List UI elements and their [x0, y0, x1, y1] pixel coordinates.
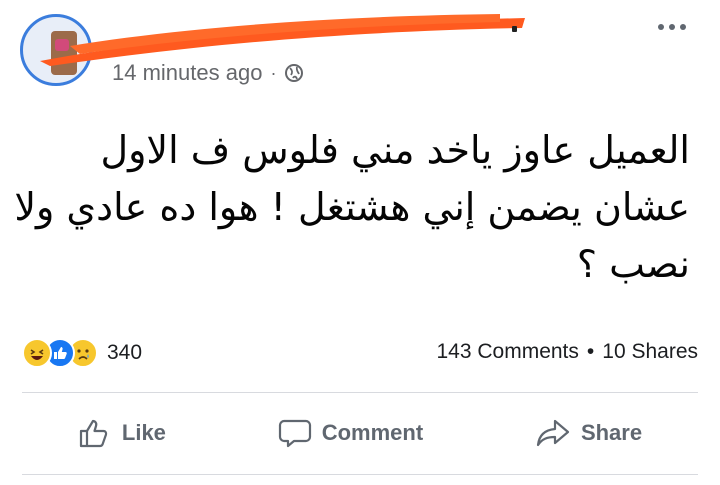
like-button[interactable]: Like	[78, 417, 166, 449]
reactions-summary[interactable]: 340	[22, 338, 142, 368]
stats-separator: •	[586, 340, 595, 363]
timestamp[interactable]: 14 minutes ago	[112, 60, 262, 86]
share-label: Share	[580, 420, 643, 445]
post-meta: 14 minutes ago ·	[112, 60, 304, 86]
post-text-line: العميل عاوز ياخد مني فلوس ف الاول	[100, 128, 690, 172]
haha-reaction-icon	[22, 338, 52, 368]
divider	[22, 474, 698, 475]
thumbs-up-icon	[79, 419, 108, 448]
divider	[22, 392, 698, 393]
comment-label: Comment	[321, 420, 424, 445]
facebook-post: 14 minutes ago · العميل عاوز ياخد مني فل…	[0, 0, 720, 485]
more-options-button[interactable]	[658, 24, 686, 30]
globe-icon	[285, 64, 304, 82]
dot-icon	[680, 24, 686, 30]
share-arrow-icon	[536, 419, 570, 447]
post-text: العميل عاوز ياخد مني فلوس ف الاول عشان ي…	[14, 122, 690, 293]
like-label: Like	[121, 420, 166, 445]
comment-button[interactable]: Comment	[278, 417, 423, 449]
dot-icon	[658, 24, 664, 30]
comments-count[interactable]: 143 Comments	[437, 340, 579, 364]
post-text-line: نصب ؟	[576, 242, 690, 286]
author-name-fragment	[512, 26, 517, 32]
comment-bubble-icon	[278, 419, 311, 448]
post-stats: 143 Comments • 10 Shares	[437, 340, 699, 364]
share-button[interactable]: Share	[535, 417, 642, 449]
shares-count[interactable]: 10 Shares	[602, 340, 698, 364]
reaction-count: 340	[107, 341, 143, 364]
redaction-mark	[40, 14, 525, 66]
post-actions: Like Comment Share	[22, 398, 698, 468]
dot-icon	[669, 24, 675, 30]
meta-separator: ·	[270, 62, 277, 83]
post-text-line: عشان يضمن إني هشتغل ! هوا ده عادي ولا	[14, 185, 690, 229]
